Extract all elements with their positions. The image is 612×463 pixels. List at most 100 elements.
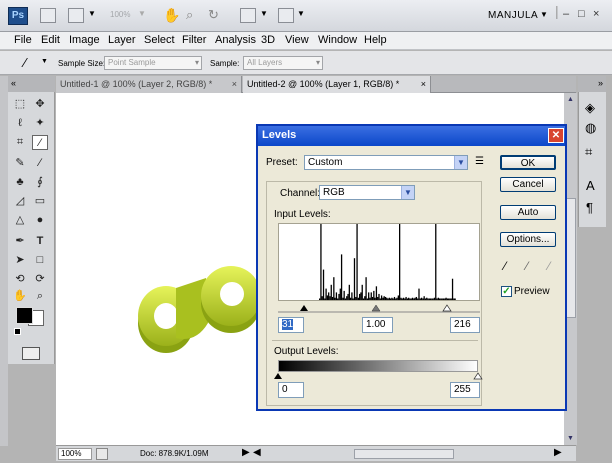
menu-file[interactable]: File bbox=[14, 34, 32, 46]
close-window-button[interactable]: × bbox=[593, 8, 599, 20]
character-panel-icon[interactable]: A bbox=[586, 178, 595, 193]
white-point-eyedropper-icon[interactable]: ⁄ bbox=[548, 259, 550, 273]
history-brush-tool-icon[interactable]: ∮ bbox=[32, 175, 48, 190]
preset-select[interactable]: Custom ▼ bbox=[304, 155, 468, 170]
chevron-down-icon[interactable]: ▼ bbox=[41, 58, 48, 65]
rotate-view-icon[interactable]: ↻ bbox=[208, 7, 219, 23]
quick-mask-icon[interactable] bbox=[22, 347, 40, 360]
menu-filter[interactable]: Filter bbox=[182, 34, 206, 46]
input-sliders[interactable] bbox=[272, 302, 486, 314]
path-selection-tool-icon[interactable]: ➤ bbox=[12, 253, 28, 268]
output-black-field[interactable]: 0 bbox=[278, 382, 304, 398]
preset-options-icon[interactable]: ☰ bbox=[475, 156, 484, 167]
chevron-down-icon[interactable]: ▼ bbox=[297, 9, 305, 18]
brush-tool-icon[interactable]: ∕ bbox=[32, 156, 48, 171]
channels-panel-icon[interactable]: ◍ bbox=[585, 120, 596, 136]
menu-help[interactable]: Help bbox=[364, 34, 387, 46]
type-tool-icon[interactable]: T bbox=[32, 234, 48, 249]
shape-tool-icon[interactable]: □ bbox=[32, 253, 48, 268]
eyedropper-tool-icon[interactable]: ⁄ bbox=[32, 135, 48, 150]
scroll-right-arrow[interactable]: ▶ bbox=[554, 447, 562, 458]
sample-select[interactable]: All Layers ▾ bbox=[243, 56, 323, 70]
menu-layer[interactable]: Layer bbox=[108, 34, 136, 46]
gray-point-eyedropper-icon[interactable]: ⁄ bbox=[526, 259, 528, 273]
bridge-icon[interactable] bbox=[40, 8, 56, 23]
pen-tool-icon[interactable]: ✒ bbox=[12, 234, 28, 249]
arrange-documents-icon[interactable] bbox=[240, 8, 256, 23]
close-icon[interactable]: × bbox=[421, 76, 426, 92]
black-point-eyedropper-icon[interactable]: ⁄ bbox=[504, 259, 506, 273]
options-button[interactable]: Options... bbox=[500, 232, 556, 247]
screen-mode-icon[interactable] bbox=[278, 8, 294, 23]
output-white-field[interactable]: 255 bbox=[450, 382, 480, 398]
input-white-slider[interactable] bbox=[442, 304, 452, 312]
eraser-tool-icon[interactable]: ◿ bbox=[12, 194, 28, 209]
marquee-tool-icon[interactable]: ⬚ bbox=[12, 97, 28, 112]
cancel-button[interactable]: Cancel bbox=[500, 177, 556, 192]
scroll-down-arrow[interactable]: ▼ bbox=[564, 432, 577, 445]
view-extras-icon[interactable] bbox=[68, 8, 84, 23]
menu-select[interactable]: Select bbox=[144, 34, 175, 46]
hand-tool-icon[interactable]: ✋ bbox=[12, 289, 28, 304]
paths-panel-icon[interactable]: ⌗ bbox=[585, 144, 592, 160]
scroll-left-arrow[interactable]: ◀ bbox=[253, 447, 261, 458]
input-black-slider[interactable] bbox=[300, 305, 308, 311]
zoom-tool-icon[interactable]: ⌕ bbox=[186, 7, 193, 23]
output-black-slider[interactable] bbox=[274, 373, 282, 379]
sample-size-select[interactable]: Point Sample ▾ bbox=[104, 56, 202, 70]
healing-brush-tool-icon[interactable]: ✎ bbox=[12, 156, 28, 171]
foreground-color-swatch[interactable] bbox=[16, 307, 33, 324]
clone-stamp-tool-icon[interactable]: ♣ bbox=[12, 175, 28, 190]
dodge-tool-icon[interactable]: ● bbox=[32, 213, 48, 228]
workspace-switcher[interactable]: MANJULA bbox=[488, 10, 538, 21]
menu-view[interactable]: View bbox=[285, 34, 309, 46]
crop-tool-icon[interactable]: ⌗ bbox=[12, 135, 28, 150]
menu-3d[interactable]: 3D bbox=[261, 34, 275, 46]
zoom-tool-icon[interactable]: ⌕ bbox=[32, 289, 48, 304]
eyedropper-tool-preset-icon[interactable]: ⁄ bbox=[24, 55, 26, 70]
chevron-down-icon[interactable]: ▼ bbox=[540, 10, 548, 19]
preview-checkbox[interactable]: ✓ bbox=[501, 286, 512, 297]
output-sliders[interactable] bbox=[272, 372, 486, 382]
dialog-close-button[interactable]: ✕ bbox=[548, 128, 564, 143]
chevron-down-icon[interactable]: ▼ bbox=[88, 9, 96, 18]
restore-button[interactable]: □ bbox=[578, 8, 585, 20]
input-gamma-slider[interactable] bbox=[371, 304, 381, 312]
zoom-level-dropdown[interactable]: 100% bbox=[110, 10, 130, 19]
tab-untitled-2[interactable]: Untitled-2 @ 100% (Layer 1, RGB/8) * × bbox=[243, 76, 431, 93]
layers-panel-icon[interactable]: ◈ bbox=[585, 100, 595, 116]
3d-orbit-tool-icon[interactable]: ⟳ bbox=[32, 272, 48, 287]
tab-untitled-1[interactable]: Untitled-1 @ 100% (Layer 2, RGB/8) * × bbox=[56, 76, 242, 93]
status-menu-arrow[interactable]: ▶ bbox=[242, 447, 250, 458]
ok-button[interactable]: OK bbox=[500, 155, 556, 170]
close-icon[interactable]: × bbox=[232, 76, 237, 92]
menu-window[interactable]: Window bbox=[318, 34, 357, 46]
output-white-slider[interactable] bbox=[473, 372, 483, 380]
menu-analysis[interactable]: Analysis bbox=[215, 34, 256, 46]
channel-select[interactable]: RGB ▼ bbox=[319, 185, 415, 200]
chevron-down-icon[interactable]: ▼ bbox=[260, 9, 268, 18]
input-gamma-field[interactable]: 1.00 bbox=[362, 317, 393, 333]
menu-image[interactable]: Image bbox=[69, 34, 100, 46]
chevron-down-icon[interactable]: ▼ bbox=[138, 9, 146, 18]
menu-edit[interactable]: Edit bbox=[41, 34, 60, 46]
default-colors-icon[interactable] bbox=[14, 328, 21, 335]
expand-panels-button[interactable]: » bbox=[578, 76, 606, 92]
horizontal-scroll-thumb[interactable] bbox=[354, 449, 454, 459]
lasso-tool-icon[interactable]: ℓ bbox=[12, 116, 28, 131]
3d-rotate-tool-icon[interactable]: ⟲ bbox=[12, 272, 28, 287]
dialog-title[interactable]: Levels bbox=[258, 126, 565, 146]
hand-tool-icon[interactable]: ✋ bbox=[163, 7, 180, 24]
gradient-tool-icon[interactable]: ▭ bbox=[32, 194, 48, 209]
paragraph-panel-icon[interactable]: ¶ bbox=[586, 200, 593, 215]
input-white-field[interactable]: 216 bbox=[450, 317, 480, 333]
blur-tool-icon[interactable]: △ bbox=[12, 213, 28, 228]
scroll-up-arrow[interactable]: ▲ bbox=[564, 93, 577, 106]
zoom-field[interactable]: 100% bbox=[58, 448, 92, 460]
minimize-button[interactable]: – bbox=[563, 8, 569, 20]
move-tool-icon[interactable]: ✥ bbox=[32, 97, 48, 112]
magic-wand-tool-icon[interactable]: ✦ bbox=[32, 116, 48, 131]
input-black-field[interactable]: 31 bbox=[278, 317, 304, 333]
collapse-panel-button[interactable]: « bbox=[8, 76, 55, 92]
auto-button[interactable]: Auto bbox=[500, 205, 556, 220]
